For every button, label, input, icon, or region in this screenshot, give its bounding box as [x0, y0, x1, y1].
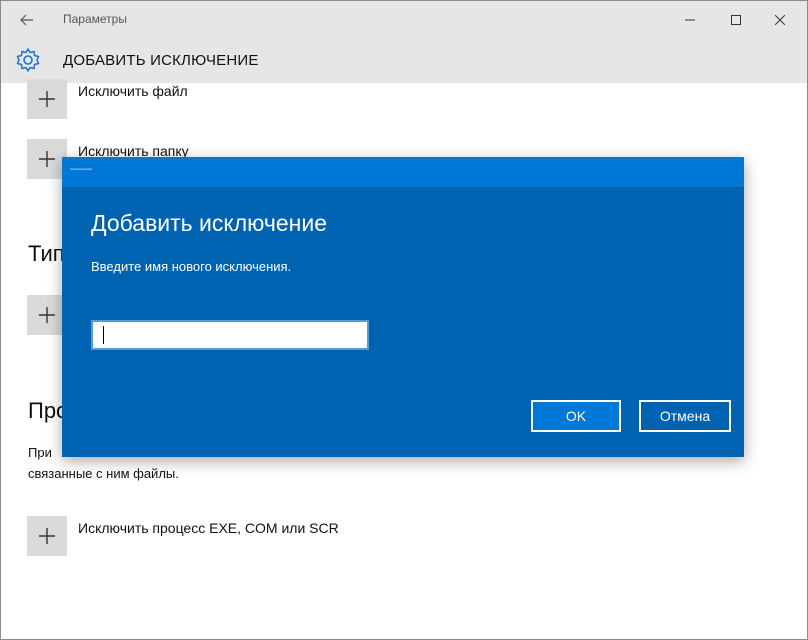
dialog-title-bar: —— [62, 157, 744, 187]
add-exclusion-dialog: —— Добавить исключение Введите имя новог… [62, 157, 744, 457]
minimize-icon [685, 19, 695, 21]
close-icon [775, 15, 785, 25]
plus-icon [39, 307, 55, 323]
maximize-button[interactable] [722, 7, 750, 33]
page-title: ДОБАВИТЬ ИСКЛЮЧЕНИЕ [63, 52, 259, 69]
add-process-button[interactable] [27, 516, 67, 556]
back-button[interactable] [13, 7, 41, 33]
processes-description-line1: При [28, 445, 52, 460]
app-title: Параметры [63, 12, 127, 26]
plus-icon [39, 528, 55, 544]
cancel-button[interactable]: Отмена [639, 400, 731, 432]
exclude-file-label[interactable]: Исключить файл [78, 83, 188, 99]
processes-description-line2: связанные с ним файлы. [28, 466, 179, 481]
ok-button[interactable]: OK [531, 400, 621, 432]
dialog-heading: Добавить исключение [91, 210, 327, 236]
close-button[interactable] [766, 7, 794, 33]
page-header: ДОБАВИТЬ ИСКЛЮЧЕНИЕ [1, 39, 807, 83]
back-arrow-icon [20, 14, 33, 26]
section-heading-types: Тип [28, 241, 65, 266]
text-caret [103, 326, 104, 344]
minimize-button[interactable] [676, 7, 704, 33]
exclusion-name-input[interactable] [91, 320, 369, 350]
add-folder-button[interactable] [27, 139, 67, 179]
exclude-process-label[interactable]: Исключить процесс EXE, COM или SCR [78, 520, 339, 536]
gear-icon [16, 48, 40, 72]
plus-icon [39, 151, 55, 167]
add-filetype-button[interactable] [27, 295, 67, 335]
maximize-icon [731, 15, 741, 25]
title-bar: Параметры [1, 1, 807, 39]
dialog-description: Введите имя нового исключения. [91, 259, 292, 274]
dialog-title-text: —— [70, 163, 92, 175]
plus-icon [39, 91, 55, 107]
add-file-button[interactable] [27, 79, 67, 119]
